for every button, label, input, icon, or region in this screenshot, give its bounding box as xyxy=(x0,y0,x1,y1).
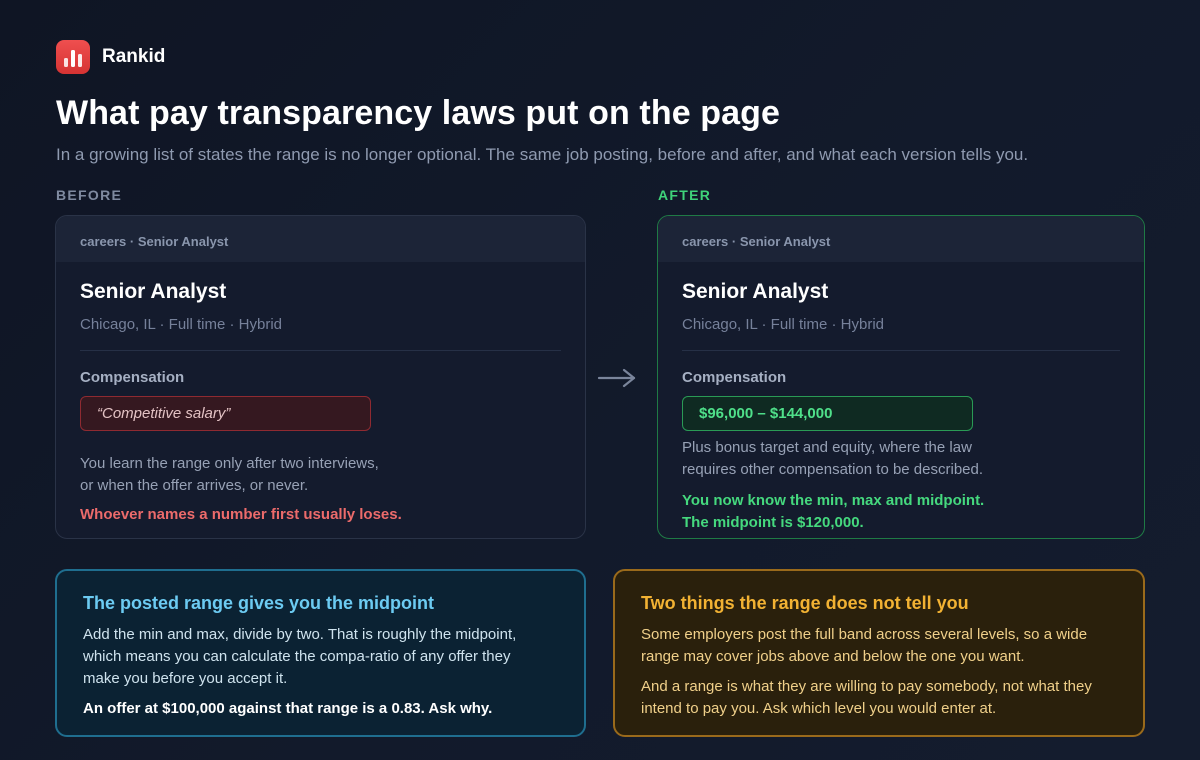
after-highlight: You now know the min, max and midpoint. … xyxy=(682,490,1120,534)
callout-example: An offer at $100,000 against that range … xyxy=(83,700,493,717)
before-note-line: or when the offer arrives, or never. xyxy=(80,477,309,494)
callout-text: Add the min and max, divide by two. That… xyxy=(83,626,517,687)
before-note-line: You learn the range only after two inter… xyxy=(80,455,379,472)
divider xyxy=(682,350,1120,351)
bar-chart-icon xyxy=(56,40,90,74)
after-note-line: requires other compensation to be descri… xyxy=(682,461,984,478)
after-highlight-line: You now know the min, max and midpoint. xyxy=(682,492,985,509)
job-title: Senior Analyst xyxy=(682,280,829,303)
before-note: You learn the range only after two inter… xyxy=(80,453,561,497)
callout-title: The posted range gives you the midpoint xyxy=(83,593,435,613)
compensation-value: “Competitive salary” xyxy=(80,396,371,431)
callout-text: Some employers post the full band across… xyxy=(641,626,1088,665)
before-job-card: careers · Senior Analyst Senior Analyst … xyxy=(55,215,586,539)
job-meta: Chicago, IL · Full time · Hybrid xyxy=(80,316,283,333)
page-subtitle: In a growing list of states the range is… xyxy=(56,145,1029,164)
after-job-card: careers · Senior Analyst Senior Analyst … xyxy=(657,215,1145,539)
callout-text: And a range is what they are willing to … xyxy=(641,678,1092,717)
before-label: BEFORE xyxy=(56,187,123,203)
after-highlight-line: The midpoint is $120,000. xyxy=(682,514,864,531)
callout-title: Two things the range does not tell you xyxy=(641,593,969,613)
compensation-range: $96,000 – $144,000 xyxy=(682,396,973,431)
after-note-line: Plus bonus target and equity, where the … xyxy=(682,439,972,456)
after-label: AFTER xyxy=(658,187,712,203)
caveat-callout: Two things the range does not tell you S… xyxy=(613,569,1145,737)
compensation-label: Compensation xyxy=(682,369,787,386)
after-note: Plus bonus target and equity, where the … xyxy=(682,437,1120,481)
job-title: Senior Analyst xyxy=(80,280,227,303)
job-meta: Chicago, IL · Full time · Hybrid xyxy=(682,316,885,333)
brand-name: Rankid xyxy=(102,46,166,67)
before-warning: Whoever names a number first usually los… xyxy=(80,506,402,523)
midpoint-callout: The posted range gives you the midpoint … xyxy=(55,569,586,737)
card-breadcrumb: careers · Senior Analyst xyxy=(658,216,1144,262)
arrow-right-icon xyxy=(597,368,636,388)
card-breadcrumb: careers · Senior Analyst xyxy=(56,216,585,262)
page-title: What pay transparency laws put on the pa… xyxy=(56,94,781,132)
divider xyxy=(80,350,561,351)
compensation-label: Compensation xyxy=(80,369,185,386)
brand: Rankid xyxy=(56,40,165,74)
